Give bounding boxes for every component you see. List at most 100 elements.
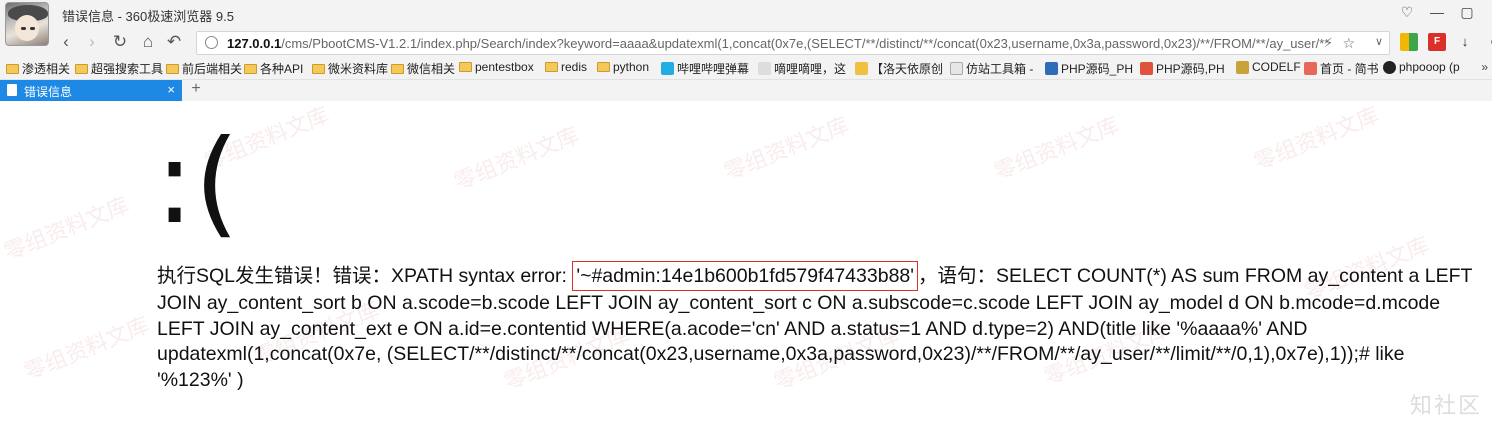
bookmark-label: 微信相关 — [407, 62, 456, 76]
bookmark-label: PHP源码_PH — [1061, 62, 1134, 76]
folder-icon — [75, 63, 88, 74]
bookmark-label: pentestbox — [475, 60, 534, 74]
folder-icon — [597, 62, 610, 72]
bookmark-folder[interactable]: 超强搜索工具 — [75, 60, 163, 77]
speed-mode-icon[interactable]: ⚡ — [1324, 35, 1333, 51]
folder-icon — [6, 63, 19, 74]
menu-icon[interactable]: ▪ — [1484, 33, 1492, 51]
error-prefix: 执行SQL发生错误！错误：XPATH syntax error: — [157, 265, 573, 287]
folder-icon — [166, 63, 179, 74]
download-icon[interactable]: ↓ — [1456, 33, 1474, 51]
window-title: 错误信息 - 360极速浏览器 9.5 — [62, 9, 234, 24]
watermark-text: 零组资料文库 — [720, 112, 853, 185]
php-source-icon — [1045, 62, 1058, 75]
url-dropdown-icon[interactable]: ∨ — [1375, 35, 1383, 48]
skin-icon[interactable]: ♡ — [1392, 4, 1422, 21]
avatar-eye-right — [30, 27, 35, 30]
sad-face: :( — [155, 115, 240, 250]
bookmarks-bar: 渗透相关 超强搜索工具 前后端相关 各种API 微米资料库 微信相关 pente… — [0, 58, 1492, 80]
bookmark-label: 嘀哩嘀哩，这 — [774, 62, 847, 76]
bookmark-label: PHP源码,PH — [1156, 62, 1225, 76]
bookmark-label: 超强搜索工具 — [91, 62, 164, 76]
page-content: 零组资料文库 零组资料文库 零组资料文库 零组资料文库 零组资料文库 零组资料文… — [0, 101, 1492, 426]
folder-icon — [312, 63, 325, 74]
bookmark-label: CODELF — [1252, 60, 1301, 74]
avatar-face — [15, 15, 39, 41]
address-bar[interactable]: 127.0.0.1/cms/PbootCMS-V1.2.1/index.php/… — [196, 31, 1390, 55]
bookmark-label: 仿站工具箱 - — [966, 62, 1034, 76]
tab-label: 错误信息 — [24, 85, 73, 99]
bookmark-folder[interactable]: 各种API — [244, 60, 303, 77]
bilibili-icon — [661, 62, 674, 75]
bookmark-label: 【洛天依原创 — [871, 62, 944, 76]
jianshu-icon — [1304, 62, 1317, 75]
apps-grid-icon[interactable] — [1400, 33, 1418, 51]
forward-button[interactable]: › — [82, 32, 102, 52]
undo-close-button[interactable]: ↶ — [164, 32, 184, 52]
maximize-button[interactable]: ▢ — [1452, 4, 1482, 21]
page-icon — [950, 62, 963, 75]
pdf-extension-icon[interactable]: F — [1428, 33, 1446, 51]
window-titlebar: 错误信息 - 360极速浏览器 9.5 ♡ — ▢ — [0, 0, 1492, 46]
bookmark-label: phpooop (p — [1399, 60, 1460, 74]
bookmark-label: 渗透相关 — [22, 62, 71, 76]
codelf-icon — [1236, 60, 1249, 74]
leaked-credential-highlight: '~#admin:14e1b600b1fd579f47433b88' — [572, 261, 918, 291]
watermark-text: 零组资料文库 — [990, 112, 1123, 185]
folder-icon — [244, 63, 257, 74]
bookmark-link[interactable]: 仿站工具箱 - — [950, 60, 1033, 77]
error-message: 执行SQL发生错误！错误：XPATH syntax error: '~#admi… — [157, 261, 1477, 393]
watermark-text: 零组资料文库 — [0, 192, 133, 265]
watermark-text: 零组资料文库 — [1250, 102, 1383, 175]
bookmark-label: 首页 - 简书 — [1320, 62, 1379, 76]
bookmark-folder[interactable]: 前后端相关 — [166, 60, 242, 77]
folder-icon — [545, 62, 558, 72]
tab-error-info[interactable]: 错误信息 × — [0, 80, 182, 101]
tab-strip: 错误信息 × + — [0, 80, 1492, 101]
php-source-icon — [1140, 62, 1153, 75]
tab-close-icon[interactable]: × — [167, 82, 175, 97]
url-host: 127.0.0.1 — [227, 36, 282, 51]
bookmark-label: 微米资料库 — [328, 62, 389, 76]
bookmark-link[interactable]: 嘀哩嘀哩，这 — [758, 60, 846, 77]
bookmark-label: python — [613, 60, 650, 74]
bookmark-link[interactable]: phpooop (p — [1383, 60, 1460, 74]
avatar-eye-left — [21, 27, 26, 30]
bookmark-folder[interactable]: 微信相关 — [391, 60, 455, 77]
window-controls: ♡ — ▢ — [1392, 4, 1482, 21]
bookmark-link[interactable]: 【洛天依原创 — [855, 60, 943, 77]
page-icon — [7, 84, 17, 96]
bookmark-folder[interactable]: redis — [545, 60, 587, 74]
bookmark-link[interactable]: CODELF — [1236, 60, 1301, 74]
bookmark-link[interactable]: 首页 - 简书 — [1304, 60, 1379, 77]
site-info-icon[interactable] — [205, 36, 218, 49]
navigation-bar: ‹ › ↻ ⌂ ↶ 127.0.0.1/cms/PbootCMS-V1.2.1/… — [0, 28, 1492, 58]
folder-icon — [459, 62, 472, 72]
bookmark-label: 各种API — [260, 62, 304, 76]
toolbar-extensions: F ↓ ▪ — [1400, 33, 1492, 51]
minimize-button[interactable]: — — [1422, 4, 1452, 21]
reload-button[interactable]: ↻ — [110, 32, 130, 52]
user-avatar[interactable] — [5, 2, 49, 46]
folder-icon — [391, 63, 404, 74]
bookmark-star-icon[interactable]: ☆ — [1342, 35, 1355, 52]
bookmarks-more-button[interactable]: » — [1481, 60, 1488, 74]
bookmark-link[interactable]: PHP源码_PH — [1045, 60, 1133, 77]
home-button[interactable]: ⌂ — [138, 32, 158, 52]
bookmark-link[interactable]: PHP源码,PH — [1140, 60, 1225, 77]
github-icon — [1383, 60, 1396, 74]
bookmark-folder[interactable]: python — [597, 60, 649, 74]
bookmark-folder[interactable]: 渗透相关 — [6, 60, 70, 77]
watermark-text: 零组资料文库 — [450, 122, 583, 195]
url-path: /cms/PbootCMS-V1.2.1/index.php/Search/in… — [281, 36, 1327, 51]
bookmark-folder[interactable]: 微米资料库 — [312, 60, 388, 77]
url-text[interactable]: 127.0.0.1/cms/PbootCMS-V1.2.1/index.php/… — [227, 36, 1327, 51]
back-button[interactable]: ‹ — [56, 32, 76, 52]
new-tab-button[interactable]: + — [186, 80, 206, 98]
bookmark-label: 前后端相关 — [182, 62, 243, 76]
bookmark-label: 哔哩哔哩弹幕 — [677, 62, 750, 76]
bookmark-folder[interactable]: pentestbox — [459, 60, 534, 74]
dilidili-icon — [758, 62, 771, 75]
corner-watermark: 知社区 — [1409, 393, 1482, 418]
bookmark-link[interactable]: 哔哩哔哩弹幕 — [661, 60, 749, 77]
